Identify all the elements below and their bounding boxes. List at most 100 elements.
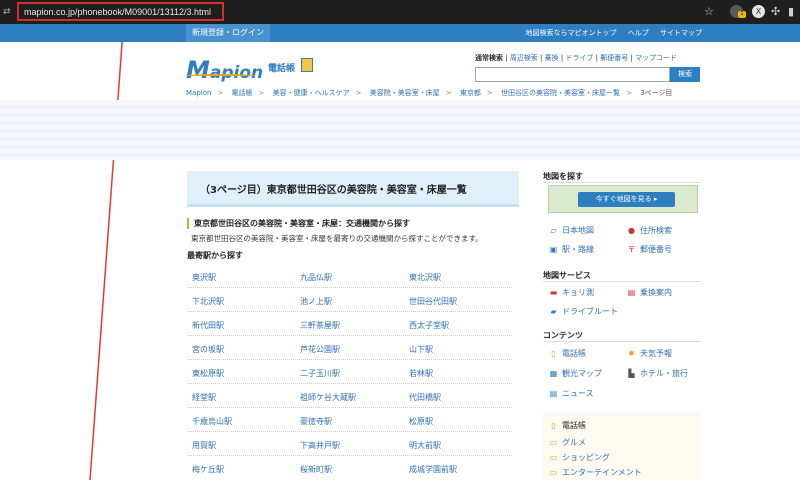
hotel-icon: ▙ — [628, 369, 635, 378]
station-link[interactable]: 池ノ上駅 — [300, 296, 332, 307]
station-link[interactable]: 九品仏駅 — [300, 272, 332, 283]
postal-code-link[interactable]: 〒郵便番号 — [626, 244, 673, 255]
extension-badge: 1 — [738, 11, 746, 18]
sidebar-divider — [543, 182, 701, 183]
logo-swoosh — [186, 74, 256, 78]
logo-subtitle: 電話帳 — [268, 64, 296, 74]
station-row: 宮の坂駅 芦花公園駅 山下駅 — [187, 336, 512, 360]
transit-link[interactable]: ▤ 乗換案内 — [626, 287, 672, 298]
search-type-mapcode[interactable]: マップコード — [635, 54, 677, 62]
station-link[interactable]: 若林駅 — [409, 368, 433, 379]
station-link[interactable]: 新代田駅 — [192, 320, 224, 331]
menu-icon[interactable]: ▮ — [788, 5, 794, 19]
drive-route-link[interactable]: ▰ ドライブルート — [548, 306, 618, 317]
sidebar-service-heading: 地図サービス — [543, 271, 591, 280]
station-link[interactable]: 芦花公園駅 — [300, 344, 340, 355]
station-link[interactable]: 東北沢駅 — [409, 272, 441, 283]
postal-icon: 〒 — [627, 245, 636, 254]
phonebook-link[interactable]: ▯ 電話帳 — [548, 348, 586, 359]
train-icon: ▣ — [549, 245, 558, 254]
address-search-link[interactable]: ● 住所検索 — [626, 225, 672, 236]
search-type-postal[interactable]: 郵便番号 — [600, 54, 628, 62]
ruler-icon: ▬ — [549, 288, 558, 297]
gourmet-link[interactable]: ▭ グルメ — [548, 437, 586, 448]
search-type-nearby[interactable]: 周辺検索 — [510, 54, 538, 62]
phonebook-panel-heading: ▯ 電話帳 — [548, 420, 586, 431]
news-link[interactable]: ▤ ニュース — [548, 388, 594, 399]
breadcrumb-current: 3ページ目 — [640, 89, 673, 97]
breadcrumb-item[interactable]: 美容・健康・ヘルスケア — [273, 89, 350, 97]
car-icon: ▰ — [550, 307, 557, 316]
station-row: 経堂駅 祖師ケ谷大蔵駅 代田橋駅 — [187, 384, 512, 408]
station-link[interactable]: 松原駅 — [409, 416, 433, 427]
station-row: 千歳烏山駅 豪徳寺駅 松原駅 — [187, 408, 512, 432]
station-row: 新代田駅 三軒茶屋駅 西太子堂駅 — [187, 312, 512, 336]
station-link[interactable]: 豪徳寺駅 — [300, 416, 332, 427]
search-type-transfer[interactable]: 乗換 — [545, 54, 559, 62]
sidebar-divider — [543, 341, 701, 342]
phonebook-icon: ▯ — [551, 349, 556, 358]
station-link[interactable]: 成城学園前駅 — [409, 464, 457, 475]
station-link[interactable]: 東松原駅 — [192, 368, 224, 379]
breadcrumb-item[interactable]: 東京都 — [460, 89, 481, 97]
login-link[interactable]: 新規登録・ログイン — [186, 24, 270, 42]
station-link[interactable]: 世田谷代田駅 — [409, 296, 457, 307]
search-type-links: 通常検索 | 周辺検索 | 乗換 | ドライブ | 郵便番号 | マップコード — [475, 54, 678, 62]
entertainment-link[interactable]: ▭ エンターテインメント — [548, 467, 642, 478]
phonebook-icon: ▯ — [551, 421, 556, 430]
tourism-map-link[interactable]: ▦ 観光マップ — [548, 368, 602, 379]
hotel-link[interactable]: ▙ ホテル・旅行 — [626, 368, 688, 379]
tourism-icon: ▦ — [549, 369, 558, 378]
station-link[interactable]: 経堂駅 — [192, 392, 216, 403]
station-link[interactable]: 明大前駅 — [409, 440, 441, 451]
extension-x-icon[interactable]: X — [752, 5, 765, 18]
station-link[interactable]: 奥沢駅 — [192, 272, 216, 283]
shopping-link[interactable]: ▭ ショッピング — [548, 452, 610, 463]
help-link[interactable]: ヘルプ — [628, 29, 649, 37]
station-link[interactable]: 千歳烏山駅 — [192, 416, 232, 427]
station-link[interactable]: 山下駅 — [409, 344, 433, 355]
pin-icon: ● — [628, 226, 635, 235]
bookmark-star-icon[interactable]: ☆ — [704, 5, 714, 19]
station-link[interactable]: 西太子堂駅 — [409, 320, 449, 331]
breadcrumb-item[interactable]: 美容院・美容室・床屋 — [370, 89, 440, 97]
weather-link[interactable]: ✹ 天気予報 — [626, 348, 672, 359]
station-link[interactable]: 梅ケ丘駅 — [192, 464, 224, 475]
folder-icon: ▭ — [549, 468, 558, 477]
station-line-link[interactable]: ▣ 駅・路線 — [548, 244, 594, 255]
site-info-icon[interactable]: ⇄ — [3, 6, 13, 18]
station-row: 用賀駅 下高井戸駅 明大前駅 — [187, 432, 512, 456]
breadcrumb-item[interactable]: 電話帳 — [232, 89, 253, 97]
breadcrumb-item[interactable]: 世田谷区の美容院・美容室・床屋一覧 — [501, 89, 620, 97]
search-type-normal[interactable]: 通常検索 — [475, 54, 503, 62]
sidebar-divider — [543, 281, 701, 282]
station-link[interactable]: 下北沢駅 — [192, 296, 224, 307]
url-highlight-box — [17, 2, 224, 21]
japan-map-link[interactable]: ▱ 日本地図 — [548, 225, 594, 236]
view-map-button[interactable]: 今すぐ地図を見る ▸ — [578, 192, 675, 207]
bus-icon: ▤ — [627, 288, 636, 297]
breadcrumb-item[interactable]: Mapion — [186, 89, 211, 97]
station-row: 奥沢駅 九品仏駅 東北沢駅 — [187, 264, 512, 288]
map-icon: ▱ — [550, 226, 557, 235]
search-input[interactable] — [475, 67, 670, 82]
distance-link[interactable]: ▬ キョリ測 — [548, 287, 594, 298]
station-link[interactable]: 用賀駅 — [192, 440, 216, 451]
folder-icon: ▭ — [549, 438, 558, 447]
station-link[interactable]: 桜新町駅 — [300, 464, 332, 475]
puzzle-extensions-icon[interactable]: ✣ — [771, 5, 780, 19]
station-link[interactable]: 二子玉川駅 — [300, 368, 340, 379]
station-link[interactable]: 宮の坂駅 — [192, 344, 224, 355]
search-type-drive[interactable]: ドライブ — [565, 54, 593, 62]
station-link[interactable]: 三軒茶屋駅 — [300, 320, 340, 331]
sitemap-link[interactable]: サイトマップ — [660, 29, 702, 37]
search-button[interactable]: 検索 — [670, 67, 700, 82]
station-link[interactable]: 下高井戸駅 — [300, 440, 340, 451]
wave-background — [0, 100, 800, 160]
sidebar-map-heading: 地図を探す — [543, 172, 583, 181]
mapion-logo[interactable]: Mapion — [186, 56, 263, 84]
station-link[interactable]: 祖師ケ谷大蔵駅 — [300, 392, 356, 403]
station-link[interactable]: 代田橋駅 — [409, 392, 441, 403]
news-icon: ▤ — [549, 389, 558, 398]
mapion-top-link[interactable]: 地図検索ならマピオントップ — [526, 29, 617, 37]
